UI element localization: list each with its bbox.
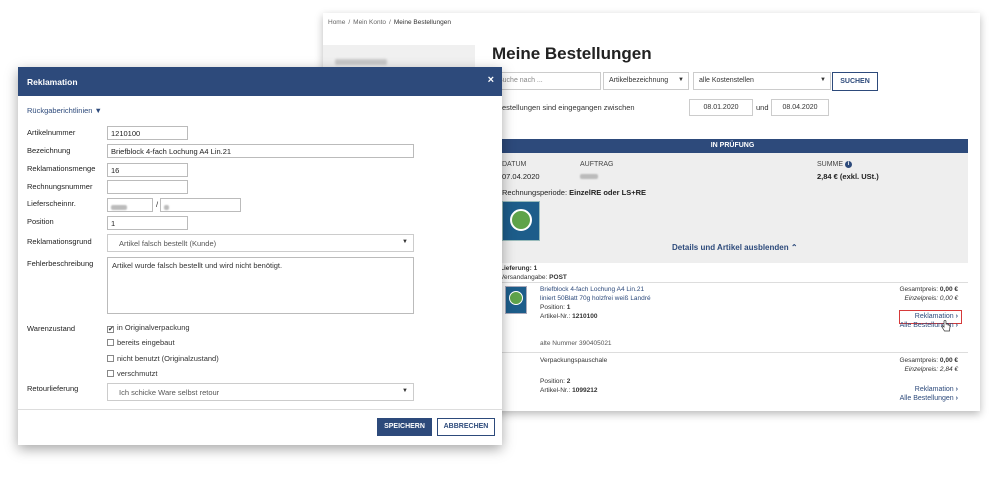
summe-label: SUMME i [817, 161, 853, 168]
item2-gesamtpreis: Gesamtpreis: 0,00 € [899, 357, 958, 364]
breadcrumb-current: Meine Bestellungen [393, 19, 451, 26]
search-field-value: Artikelbezeichnung [609, 77, 669, 84]
breadcrumb-home[interactable]: Home [328, 19, 345, 26]
zustand-option[interactable]: verschmutzt [107, 369, 157, 378]
auftrag-label: AUFTRAG [580, 161, 614, 168]
lieferscheinnr-label: Lieferscheinnr. [27, 199, 76, 208]
artikelnummer-field[interactable]: 1210100 [107, 126, 188, 140]
position-label: Position [27, 217, 54, 226]
artikelnummer-label: Artikelnummer [27, 128, 76, 137]
date-from-field[interactable]: 08.01.2020 [689, 99, 753, 116]
modal-header: Reklamation × [18, 67, 502, 96]
close-icon[interactable]: × [488, 74, 494, 86]
retourlieferung-value: Ich schicke Ware selbst retour [119, 388, 220, 397]
versand-row: Versandangabe: POST [500, 274, 567, 281]
reklamation-link[interactable]: Reklamation › [880, 313, 958, 320]
modal-title: Reklamation [27, 77, 78, 87]
rechnungsnummer-label: Rechnungsnummer [27, 182, 93, 191]
search-input[interactable]: Suche nach ... [493, 72, 601, 90]
item-thumbnail[interactable] [505, 286, 527, 314]
retourlieferung-select[interactable]: Ich schicke Ware selbst retour ▼ [107, 383, 414, 401]
cancel-button[interactable]: ABBRECHEN [437, 418, 495, 436]
reklamationsgrund-label: Reklamationsgrund [27, 237, 92, 246]
chevron-right-icon: › [955, 395, 958, 402]
rueckgabe-link[interactable]: Rückgaberichtlinien ▼ [27, 106, 102, 115]
item-gesamtpreis: Gesamtpreis: 0,00 € [899, 286, 958, 293]
chevron-right-icon: › [955, 313, 958, 320]
item2-alle-bestellungen-link[interactable]: Alle Bestellungen › [860, 395, 958, 402]
date-to-field[interactable]: 08.04.2020 [771, 99, 829, 116]
position-field[interactable]: 1 [107, 216, 188, 230]
item-name-line2[interactable]: liniert 50Blatt 70g holzfrei weiß Landré [540, 295, 651, 302]
fehlerbeschreibung-label: Fehlerbeschreibung [27, 259, 94, 268]
search-button[interactable]: SUCHEN [832, 72, 878, 91]
item-name-line1[interactable]: Briefblock 4-fach Lochung A4 Lin.21 [540, 286, 644, 293]
auftrag-blurred-value [580, 174, 598, 179]
reklamationsmenge-field[interactable]: 16 [107, 163, 188, 177]
info-icon[interactable]: i [845, 161, 853, 168]
warenzustand-label: Warenzustand [27, 324, 76, 333]
chevron-down-icon: ▼ [402, 388, 408, 394]
breadcrumb-account[interactable]: Mein Konto [353, 19, 386, 26]
item2-position: Position: 2 [540, 378, 571, 385]
bezeichnung-label: Bezeichnung [27, 146, 71, 155]
bezeichnung-field[interactable]: Briefblock 4-fach Lochung A4 Lin.21 [107, 144, 414, 158]
chevron-down-icon: ▼ [820, 77, 826, 83]
checkbox[interactable] [107, 339, 114, 346]
item2-name: Verpackungspauschale [540, 357, 608, 364]
breadcrumb: Home / Mein Konto / Meine Bestellungen [328, 19, 451, 26]
rechnungsperiode: Rechnungsperiode: EinzelRE oder LS+RE [502, 188, 647, 197]
status-bar: IN PRÜFUNG [497, 139, 968, 153]
footer-divider [18, 409, 502, 410]
divider [497, 352, 968, 353]
chevron-right-icon: › [955, 386, 958, 393]
save-button[interactable]: SPEICHERN [377, 418, 432, 436]
item-position: Position: 1 [540, 304, 571, 311]
sidebar-blurred-text [335, 59, 387, 65]
summe-value: 2,84 € (exkl. USt.) [817, 172, 879, 181]
reklamation-modal: Reklamation × Rückgaberichtlinien ▼ Arti… [18, 67, 502, 445]
date-und-label: und [756, 103, 769, 112]
search-field-select[interactable]: Artikelbezeichnung ▼ [603, 72, 689, 90]
lieferschein-separator: / [156, 200, 159, 209]
details-toggle-link[interactable]: Details und Artikel ausblenden ⌃ [672, 243, 798, 252]
cost-center-value: alle Kostenstellen [699, 77, 754, 84]
item-alte-nummer: alte Nummer 390405021 [540, 340, 612, 347]
reklamationsgrund-select[interactable]: Artikel falsch bestellt (Kunde) ▼ [107, 234, 414, 252]
zustand-option[interactable]: nicht benutzt (Originalzustand) [107, 354, 219, 363]
product-thumbnail[interactable] [502, 201, 540, 241]
date-range-label: Bestellungen sind eingegangen zwischen [497, 103, 635, 112]
datum-value: 07.04.2020 [502, 172, 540, 181]
item2-artikel: Artikel-Nr.: 1099212 [540, 387, 598, 394]
divider [497, 282, 968, 283]
item-einzelpreis: Einzelpreis: 0,00 € [904, 295, 959, 302]
chevron-right-icon: › [955, 322, 958, 329]
fehlerbeschreibung-textarea[interactable]: Artikel wurde falsch bestellt und wird n… [107, 257, 414, 314]
checkbox[interactable] [107, 355, 114, 362]
lieferschein-field-1[interactable] [107, 198, 153, 212]
caret-down-icon: ▼ [94, 106, 102, 115]
zustand-option[interactable]: bereits eingebaut [107, 338, 175, 347]
chevron-up-icon: ⌃ [790, 243, 798, 252]
item-artikel: Artikel-Nr.: 1210100 [540, 313, 598, 320]
cost-center-select[interactable]: alle Kostenstellen ▼ [693, 72, 831, 90]
chevron-down-icon: ▼ [678, 77, 684, 83]
item2-einzelpreis: Einzelpreis: 2,84 € [904, 366, 959, 373]
reklamationsgrund-value: Artikel falsch bestellt (Kunde) [119, 239, 217, 248]
checkbox[interactable] [107, 370, 114, 377]
hand-cursor-icon [941, 320, 951, 332]
checkbox[interactable]: ✔ [107, 326, 114, 333]
chevron-down-icon: ▼ [402, 239, 408, 245]
datum-label: DATUM [502, 161, 527, 168]
lieferschein-field-2[interactable] [160, 198, 241, 212]
page-title: Meine Bestellungen [492, 44, 652, 63]
reklamationsmenge-label: Reklamationsmenge [27, 164, 96, 173]
lieferung-label: Lieferung: 1 [500, 265, 538, 272]
zustand-option[interactable]: ✔ in Originalverpackung [107, 323, 190, 333]
item2-reklamation-link[interactable]: Reklamation › [880, 386, 958, 393]
retourlieferung-label: Retourlieferung [27, 384, 79, 393]
rechnungsnummer-field[interactable] [107, 180, 188, 194]
